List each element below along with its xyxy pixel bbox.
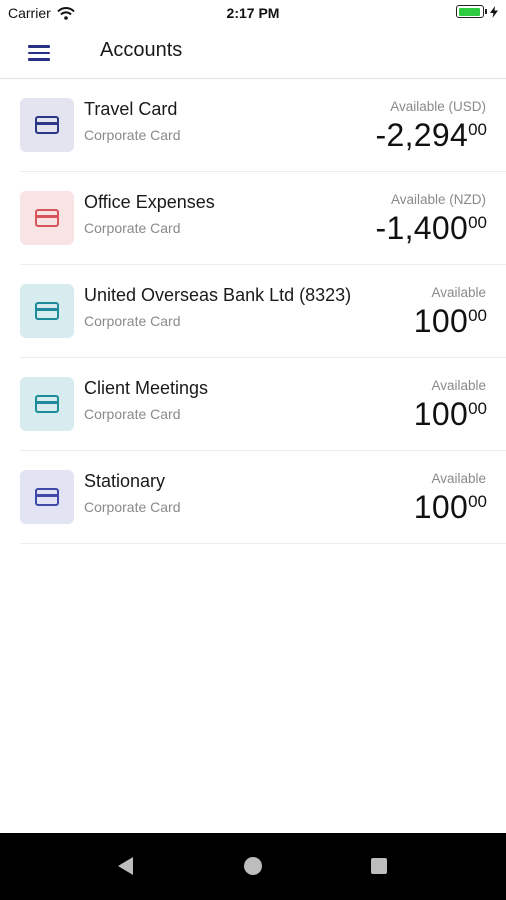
credit-card-icon xyxy=(35,302,59,320)
card-tile xyxy=(20,284,74,338)
balance-cents: 00 xyxy=(468,306,487,325)
account-balance: -1,40000 xyxy=(376,210,487,247)
page-title: Accounts xyxy=(100,39,183,61)
credit-card-icon xyxy=(35,488,59,506)
credit-card-icon xyxy=(35,116,59,134)
account-name: Office Expenses xyxy=(84,192,215,212)
home-circle-icon[interactable] xyxy=(244,857,262,875)
account-balance: 10000 xyxy=(414,489,487,526)
credit-card-icon xyxy=(35,209,59,227)
balance-cents: 00 xyxy=(468,120,487,139)
account-list: Travel Card Corporate Card Available (US… xyxy=(0,79,506,544)
account-type: Corporate Card xyxy=(84,127,181,143)
account-row-stationary[interactable]: Stationary Corporate Card Available 1000… xyxy=(0,451,506,544)
available-label: Available (USD) xyxy=(390,99,486,114)
account-balance: 10000 xyxy=(414,303,487,340)
account-row-office-expenses[interactable]: Office Expenses Corporate Card Available… xyxy=(0,172,506,265)
recents-square-icon[interactable] xyxy=(371,858,387,874)
account-type: Corporate Card xyxy=(84,406,181,422)
credit-card-icon xyxy=(35,395,59,413)
card-tile xyxy=(20,377,74,431)
account-row-uob[interactable]: United Overseas Bank Ltd (8323) Corporat… xyxy=(0,265,506,358)
balance-cents: 00 xyxy=(468,492,487,511)
balance-amount: 100 xyxy=(413,489,469,525)
available-label: Available xyxy=(431,471,486,486)
back-triangle-icon[interactable] xyxy=(118,857,133,875)
balance-cents: 00 xyxy=(468,399,487,418)
status-bar: Carrier 2:17 PM xyxy=(0,0,506,26)
balance-amount: -1,400 xyxy=(375,210,469,246)
account-name: Client Meetings xyxy=(84,378,209,398)
balance-amount: 100 xyxy=(413,396,469,432)
balance-cents: 00 xyxy=(468,213,487,232)
card-tile xyxy=(20,470,74,524)
available-label: Available (NZD) xyxy=(390,192,486,207)
account-row-travel-card[interactable]: Travel Card Corporate Card Available (US… xyxy=(0,79,506,172)
available-label: Available xyxy=(431,378,486,393)
balance-amount: 100 xyxy=(413,303,469,339)
hamburger-menu-icon[interactable] xyxy=(28,43,52,63)
status-right xyxy=(456,5,498,18)
account-type: Corporate Card xyxy=(84,499,181,515)
battery-icon xyxy=(456,5,484,18)
account-name: United Overseas Bank Ltd (8323) xyxy=(84,285,352,305)
system-nav-bar xyxy=(0,833,506,900)
balance-amount: -2,294 xyxy=(375,117,469,153)
battery-cap xyxy=(485,9,487,14)
row-divider xyxy=(20,543,506,544)
nav-bar: Accounts xyxy=(0,26,506,79)
account-name: Stationary xyxy=(84,471,166,491)
card-tile xyxy=(20,98,74,152)
account-type: Corporate Card xyxy=(84,220,181,236)
account-name: Travel Card xyxy=(84,99,178,119)
account-row-client-meetings[interactable]: Client Meetings Corporate Card Available… xyxy=(0,358,506,451)
card-tile xyxy=(20,191,74,245)
available-label: Available xyxy=(431,285,486,300)
account-balance: -2,29400 xyxy=(376,117,487,154)
account-type: Corporate Card xyxy=(84,313,181,329)
account-balance: 10000 xyxy=(414,396,487,433)
status-time: 2:17 PM xyxy=(226,5,280,21)
charging-bolt-icon xyxy=(490,5,498,18)
